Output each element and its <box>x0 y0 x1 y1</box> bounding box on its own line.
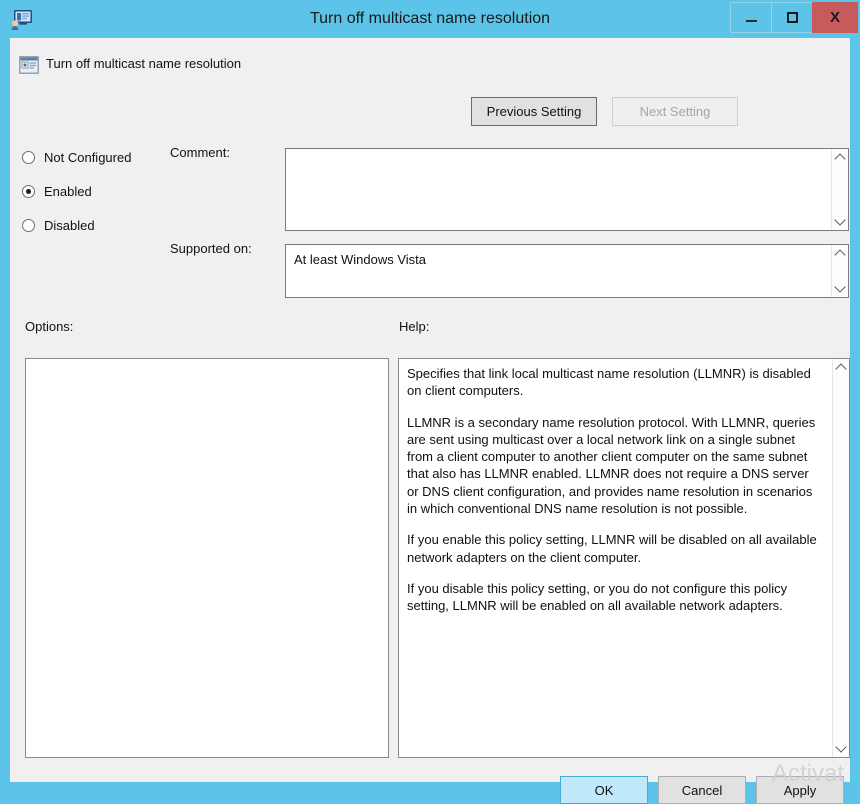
policy-setting-icon <box>19 56 39 74</box>
radio-enabled[interactable]: Enabled <box>22 184 92 199</box>
help-paragraph: LLMNR is a secondary name resolution pro… <box>407 414 816 516</box>
help-label: Help: <box>399 319 430 334</box>
next-setting-button: Next Setting <box>612 97 738 126</box>
maximize-icon <box>786 12 798 23</box>
comment-scroll-down-icon[interactable] <box>832 213 848 230</box>
policy-setting-dialog-window: Turn off multicast name resolution X Tur… <box>0 0 860 804</box>
radio-disabled-indicator <box>22 219 35 232</box>
help-paragraph: If you enable this policy setting, LLMNR… <box>407 532 817 565</box>
close-icon: X <box>829 9 840 26</box>
ok-button[interactable]: OK <box>560 776 648 804</box>
title-bar[interactable]: Turn off multicast name resolution X <box>0 0 860 38</box>
comment-scroll-up-icon[interactable] <box>832 149 848 166</box>
close-button[interactable]: X <box>812 2 858 33</box>
help-text-content: Specifies that link local multicast name… <box>399 359 832 757</box>
radio-not-configured-indicator <box>22 151 35 164</box>
apply-button[interactable]: Apply <box>756 776 844 804</box>
radio-disabled[interactable]: Disabled <box>22 218 95 233</box>
help-scroll-up-icon[interactable] <box>833 359 849 376</box>
comment-value <box>286 149 831 230</box>
minimize-button[interactable] <box>730 2 772 33</box>
cancel-button[interactable]: Cancel <box>658 776 746 804</box>
supported-on-scroll-up-icon[interactable] <box>832 245 848 262</box>
policy-setting-name: Turn off multicast name resolution <box>46 56 242 71</box>
dialog-client-area: Turn off multicast name resolution Previ… <box>10 38 850 804</box>
group-policy-editor-icon <box>11 10 32 30</box>
comment-input[interactable] <box>285 148 849 231</box>
radio-disabled-label: Disabled <box>44 218 95 233</box>
supported-on-value: At least Windows Vista <box>294 252 426 267</box>
supported-on-label: Supported on: <box>170 241 252 256</box>
help-scrollbar[interactable] <box>832 359 849 757</box>
options-panel[interactable] <box>25 358 389 758</box>
supported-on-scroll-down-icon[interactable] <box>832 280 848 297</box>
comment-scrollbar[interactable] <box>831 149 848 230</box>
supported-on-scrollbar[interactable] <box>831 245 848 297</box>
radio-not-configured-label: Not Configured <box>44 150 132 165</box>
comment-label: Comment: <box>170 145 230 160</box>
window-controls: X <box>730 2 858 33</box>
maximize-button[interactable] <box>771 2 813 33</box>
minimize-icon <box>745 19 757 22</box>
help-paragraph: Specifies that link local multicast name… <box>407 366 811 399</box>
help-paragraph: If you disable this policy setting, or y… <box>407 580 788 614</box>
help-panel: Specifies that link local multicast name… <box>398 358 850 758</box>
supported-on-field: At least Windows Vista <box>285 244 849 298</box>
radio-enabled-label: Enabled <box>44 184 92 199</box>
help-scroll-down-icon[interactable] <box>833 740 849 757</box>
radio-enabled-indicator <box>22 185 35 198</box>
radio-not-configured[interactable]: Not Configured <box>22 150 131 165</box>
options-label: Options: <box>25 319 74 334</box>
options-content <box>26 359 388 375</box>
previous-setting-button[interactable]: Previous Setting <box>471 97 597 126</box>
